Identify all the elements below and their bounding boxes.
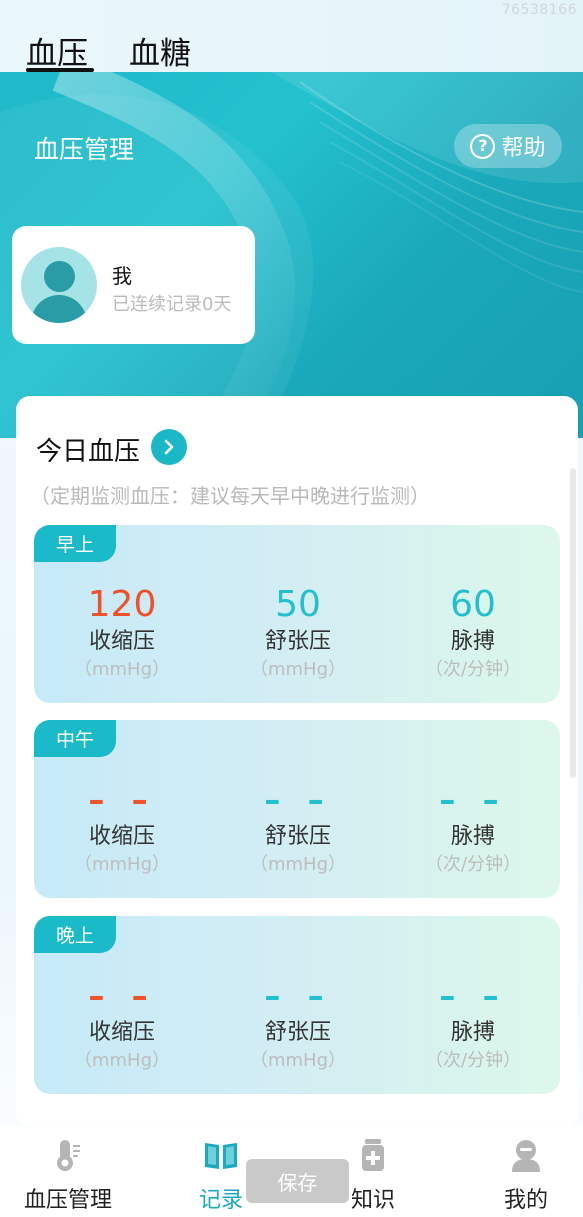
systolic-unit: （mmHg） — [73, 1050, 171, 1071]
systolic-metric: – – 收缩压 （mmHg） — [42, 974, 202, 1074]
pulse-label: 脉搏 — [450, 824, 495, 849]
watermark-id: 76538166 — [501, 2, 577, 18]
pulse-metric: – – 脉搏 （次/分钟） — [393, 778, 553, 878]
monitoring-hint: （定期监测血压：建议每天早中晚进行监测） — [30, 484, 430, 508]
book-icon — [205, 1143, 237, 1169]
systolic-unit: （mmHg） — [73, 854, 171, 875]
avatar-head — [44, 261, 75, 292]
systolic-unit: （mmHg） — [73, 659, 171, 680]
period-tag: 早上 — [34, 525, 116, 562]
nav-label: 我的 — [503, 1188, 548, 1213]
top-tab-bar: 血压 血糖 — [0, 0, 583, 72]
systolic-value: – – — [88, 977, 156, 1015]
save-button[interactable]: 保存 — [246, 1159, 349, 1203]
tab-blood-sugar[interactable]: 血糖 — [129, 28, 191, 73]
record-streak: 已连续记录0天 — [112, 294, 232, 315]
nav-label: 血压管理 — [23, 1188, 112, 1213]
pulse-metric: – – 脉搏 （次/分钟） — [393, 974, 553, 1074]
diastolic-unit: （mmHg） — [249, 659, 347, 680]
pulse-value: 60 — [450, 584, 496, 625]
diastolic-label: 舒张压 — [264, 1020, 331, 1045]
systolic-label: 收缩压 — [88, 1020, 155, 1045]
pulse-metric: 60 脉搏 （次/分钟） — [393, 583, 553, 683]
diastolic-value: – – — [264, 977, 332, 1015]
diastolic-metric: 50 舒张压 （mmHg） — [218, 583, 378, 683]
pulse-label: 脉搏 — [450, 1020, 495, 1045]
hero-title: 血压管理 — [34, 135, 135, 164]
systolic-label: 收缩压 — [88, 824, 155, 849]
diastolic-metric: – – 舒张压 （mmHg） — [218, 974, 378, 1074]
period-tag: 晚上 — [34, 916, 116, 953]
systolic-label: 收缩压 — [88, 629, 155, 654]
avatar-body — [31, 295, 87, 323]
diastolic-label: 舒张压 — [264, 824, 331, 849]
pulse-unit: （次/分钟） — [424, 659, 522, 680]
period-card-noon[interactable]: 中午 – – 收缩压 （mmHg） – – 舒张压 （mmHg） – – 脉搏 … — [34, 720, 560, 898]
pulse-value: – – — [439, 781, 507, 819]
diastolic-unit: （mmHg） — [249, 1050, 347, 1071]
nav-item-bp-management[interactable]: 血压管理 — [8, 1127, 128, 1217]
help-button[interactable]: ? 帮助 — [454, 124, 562, 168]
today-detail-button[interactable] — [151, 429, 187, 465]
medicine-icon — [362, 1139, 384, 1171]
pulse-label: 脉搏 — [450, 629, 495, 654]
diastolic-metric: – – 舒张压 （mmHg） — [218, 778, 378, 878]
systolic-value: 120 — [87, 584, 157, 625]
pulse-unit: （次/分钟） — [424, 854, 522, 875]
pulse-value: – – — [439, 977, 507, 1015]
systolic-metric: – – 收缩压 （mmHg） — [42, 778, 202, 878]
chevron-right-icon — [164, 439, 174, 455]
nav-item-mine[interactable]: 我的 — [466, 1127, 583, 1217]
profile-name: 我 — [112, 264, 132, 288]
pulse-unit: （次/分钟） — [424, 1050, 522, 1071]
diastolic-label: 舒张压 — [264, 629, 331, 654]
question-circle-icon: ? — [470, 133, 496, 159]
tab-blood-pressure[interactable]: 血压 — [26, 28, 88, 73]
period-card-evening[interactable]: 晚上 – – 收缩压 （mmHg） – – 舒张压 （mmHg） – – 脉搏 … — [34, 916, 560, 1094]
diastolic-unit: （mmHg） — [249, 854, 347, 875]
period-card-morning[interactable]: 早上 120 收缩压 （mmHg） 50 舒张压 （mmHg） 60 脉搏 （次… — [34, 525, 560, 703]
help-label: 帮助 — [501, 136, 546, 161]
user-icon — [512, 1140, 540, 1172]
diastolic-value: – – — [264, 781, 332, 819]
diastolic-value: 50 — [275, 584, 321, 625]
systolic-value: – – — [88, 781, 156, 819]
profile-card[interactable]: 我 已连续记录0天 — [12, 226, 255, 344]
thermometer-icon — [57, 1140, 80, 1171]
scrollbar[interactable] — [570, 468, 576, 778]
today-title: 今日血压 — [36, 437, 141, 467]
avatar — [21, 247, 97, 323]
systolic-metric: 120 收缩压 （mmHg） — [42, 583, 202, 683]
period-tag: 中午 — [34, 720, 116, 757]
